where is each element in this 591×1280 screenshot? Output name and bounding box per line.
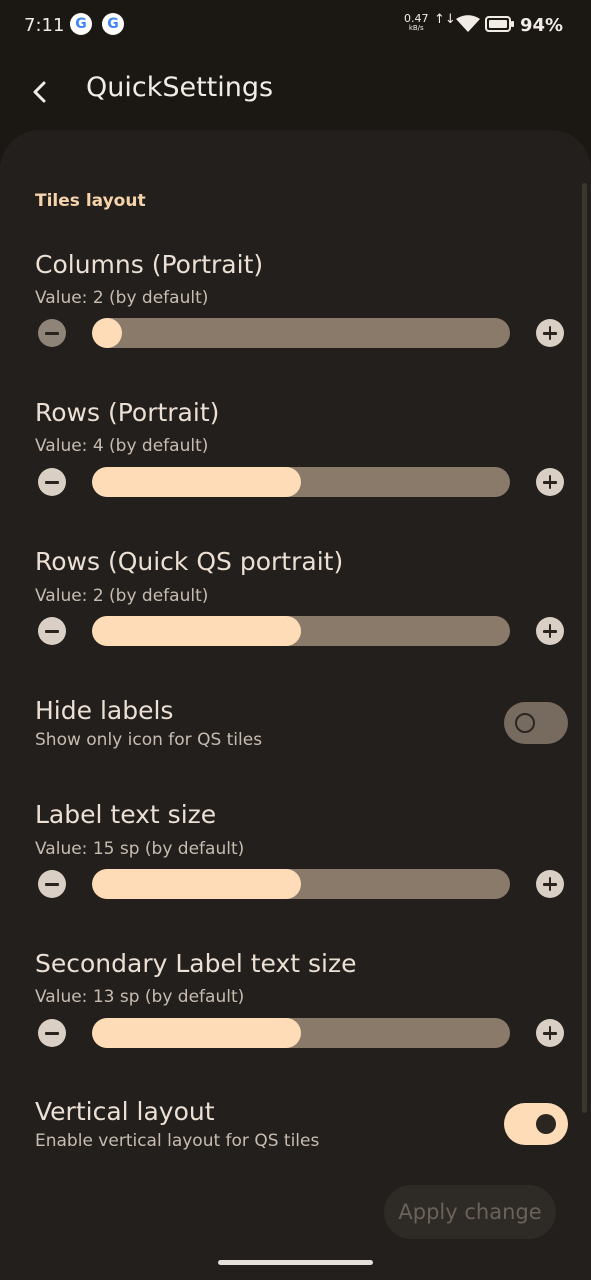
section-title-tiles-layout: Tiles layout xyxy=(35,191,146,211)
google-app-icon: G xyxy=(102,13,124,35)
vertical-layout-title: Vertical layout xyxy=(35,1097,215,1126)
secondary-label-text-size-value: Value: 13 sp (by default) xyxy=(35,987,245,1007)
vertical-layout-subtitle: Enable vertical layout for QS tiles xyxy=(35,1131,320,1151)
increase-button[interactable] xyxy=(536,319,564,347)
google-app-icon: G xyxy=(70,13,92,35)
rows-portrait-slider[interactable] xyxy=(36,467,566,497)
battery-icon xyxy=(485,16,514,32)
slider-track[interactable] xyxy=(92,869,510,899)
toggle-knob xyxy=(515,713,535,733)
decrease-button[interactable] xyxy=(38,468,66,496)
slider-fill xyxy=(92,869,301,899)
network-speed: 0.47 kB/s xyxy=(404,13,429,33)
label-text-size-title: Label text size xyxy=(35,800,217,829)
label-text-size-slider[interactable] xyxy=(36,869,566,899)
wifi-icon xyxy=(456,15,480,32)
status-time: 7:11 xyxy=(24,15,65,36)
slider-track[interactable] xyxy=(92,467,510,497)
rows-quick-qs-value: Value: 2 (by default) xyxy=(35,586,209,606)
toggle-knob xyxy=(536,1114,556,1134)
increase-button[interactable] xyxy=(536,468,564,496)
rows-portrait-value: Value: 4 (by default) xyxy=(35,436,209,456)
columns-portrait-value: Value: 2 (by default) xyxy=(35,288,209,308)
hide-labels-subtitle: Show only icon for QS tiles xyxy=(35,730,263,750)
slider-fill xyxy=(92,318,122,348)
columns-portrait-title: Columns (Portrait) xyxy=(35,250,264,279)
rows-quick-qs-slider[interactable] xyxy=(36,616,566,646)
decrease-button[interactable] xyxy=(38,1019,66,1047)
slider-track[interactable] xyxy=(92,318,510,348)
slider-fill xyxy=(92,616,301,646)
increase-button[interactable] xyxy=(536,617,564,645)
slider-track[interactable] xyxy=(92,616,510,646)
arrow-back-icon[interactable] xyxy=(24,76,56,108)
navigation-handle[interactable] xyxy=(218,1260,373,1265)
network-speed-unit: kB/s xyxy=(408,24,424,32)
secondary-label-text-size-title: Secondary Label text size xyxy=(35,949,357,978)
hide-labels-toggle[interactable] xyxy=(504,702,568,744)
page-title: QuickSettings xyxy=(86,72,274,103)
label-text-size-value: Value: 15 sp (by default) xyxy=(35,839,245,859)
rows-quick-qs-title: Rows (Quick QS portrait) xyxy=(35,547,344,576)
decrease-button[interactable] xyxy=(38,870,66,898)
apply-change-button[interactable]: Apply change xyxy=(384,1185,556,1239)
increase-button[interactable] xyxy=(536,1019,564,1047)
app-bar: QuickSettings xyxy=(0,56,591,122)
decrease-button[interactable] xyxy=(38,617,66,645)
battery-percent: 94% xyxy=(520,15,564,36)
decrease-button[interactable] xyxy=(38,319,66,347)
rows-portrait-title: Rows (Portrait) xyxy=(35,398,220,427)
status-bar: 7:11 G G 0.47 kB/s ↑↓ 94% xyxy=(0,0,591,52)
slider-track[interactable] xyxy=(92,1018,510,1048)
increase-button[interactable] xyxy=(536,870,564,898)
vertical-layout-toggle[interactable] xyxy=(504,1103,568,1145)
data-transfer-icon: ↑↓ xyxy=(434,12,456,27)
slider-fill xyxy=(92,1018,301,1048)
secondary-label-text-size-slider[interactable] xyxy=(36,1018,566,1048)
slider-fill xyxy=(92,467,301,497)
columns-portrait-slider[interactable] xyxy=(36,318,566,348)
hide-labels-title: Hide labels xyxy=(35,696,174,725)
scrollbar[interactable] xyxy=(582,183,587,1113)
